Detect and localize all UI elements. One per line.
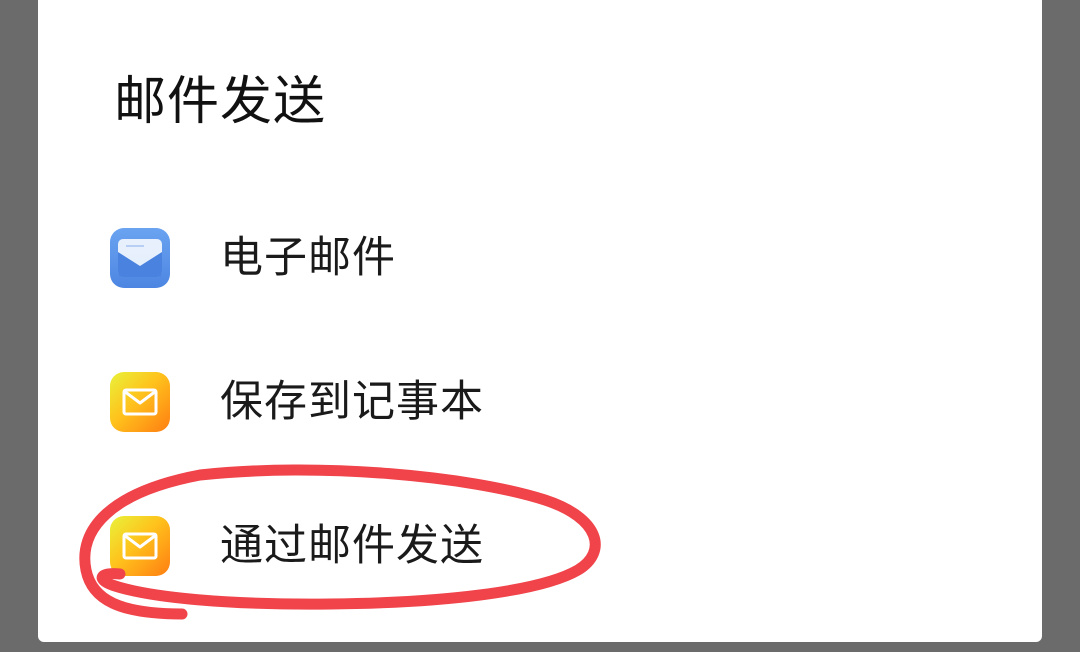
email-app-icon	[110, 228, 170, 288]
mail-envelope-icon	[110, 516, 170, 576]
option-send-via-mail-label: 通过邮件发送	[220, 521, 484, 571]
option-save-to-notepad[interactable]: 保存到记事本	[38, 342, 1042, 462]
option-email-label: 电子邮件	[220, 233, 396, 283]
option-save-to-notepad-label: 保存到记事本	[220, 377, 484, 427]
screen: 邮件发送 电子邮件 保存到记事本 通过邮件发送	[0, 0, 1080, 652]
dialog-title: 邮件发送	[114, 72, 327, 132]
option-send-via-mail[interactable]: 通过邮件发送	[38, 486, 1042, 606]
mail-envelope-icon	[110, 372, 170, 432]
option-email[interactable]: 电子邮件	[38, 198, 1042, 318]
